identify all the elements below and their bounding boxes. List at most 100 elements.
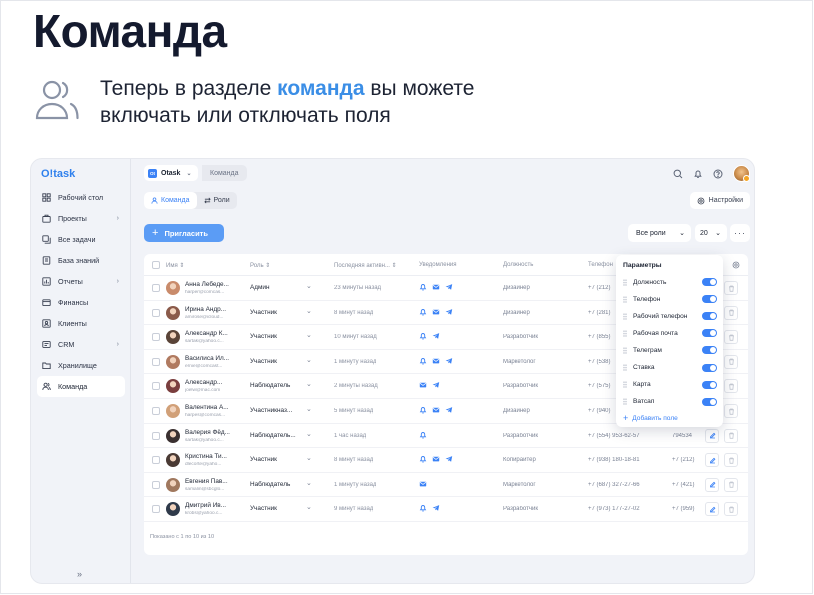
bell-icon[interactable] [419,504,427,512]
drag-handle-icon[interactable] [623,278,627,286]
role-select[interactable]: Участник [250,358,308,365]
row-checkbox[interactable] [152,382,160,391]
delete-button[interactable] [724,453,738,468]
add-field-button[interactable]: + Добавить поле [623,413,678,423]
delete-button[interactable] [724,305,738,320]
telegram-icon[interactable] [445,308,453,316]
delete-button[interactable] [724,477,738,492]
sidebar-item[interactable]: Клиенты [37,313,125,334]
delete-button[interactable] [724,354,738,369]
member-name[interactable]: Анна Лебеде... [185,281,243,288]
help-icon[interactable] [713,169,723,179]
sidebar-item[interactable]: Все задачи [37,229,125,250]
telegram-icon[interactable] [432,504,440,512]
row-checkbox[interactable] [152,456,160,465]
settings-button[interactable]: Настройки [689,192,750,209]
edit-button[interactable] [705,428,719,443]
param-toggle[interactable] [702,312,717,321]
mail-icon[interactable] [432,308,440,316]
param-toggle[interactable] [702,278,717,286]
bell-icon[interactable] [419,455,427,463]
bell-icon[interactable] [419,283,427,291]
role-select[interactable]: Наблюдатель... [250,432,308,439]
sidebar-item[interactable]: Команда [37,376,125,397]
delete-button[interactable] [724,281,738,295]
columns-settings-icon[interactable] [732,261,740,269]
member-name[interactable]: Александр К... [185,330,243,337]
per-page-select[interactable]: 20 ⌄ [695,224,727,242]
col-last-header[interactable]: Последняя активн... ⇕ [334,262,397,269]
bell-icon[interactable] [419,332,427,340]
drag-handle-icon[interactable] [623,295,627,303]
param-toggle[interactable] [702,346,717,355]
role-select[interactable]: Наблюдатель [250,382,308,389]
sidebar-item[interactable]: CRM › [37,334,125,355]
delete-button[interactable] [724,502,738,517]
role-select[interactable]: Участник [250,456,308,463]
drag-handle-icon[interactable] [623,329,627,337]
row-checkbox[interactable] [152,333,160,342]
drag-handle-icon[interactable] [623,398,627,406]
tab-team[interactable]: Команда [144,192,197,209]
mail-icon[interactable] [432,455,440,463]
bell-icon[interactable] [419,431,427,439]
delete-button[interactable] [724,379,738,394]
member-name[interactable]: Валентина А... [185,404,243,411]
tab-roles[interactable]: Роли [197,192,237,209]
chevron-down-icon[interactable]: ⌄ [306,380,312,388]
chevron-down-icon[interactable]: ⌄ [306,331,312,339]
edit-button[interactable] [705,453,719,468]
role-select[interactable]: Участник [250,505,308,512]
table-row[interactable]: Валерия Фёд... sartak@yahoo.c... Наблюдате… [144,424,748,449]
mail-icon[interactable] [432,357,440,365]
telegram-icon[interactable] [432,381,440,389]
row-checkbox[interactable] [152,407,160,415]
param-toggle[interactable] [702,397,717,406]
telegram-icon[interactable] [432,332,440,340]
bell-icon[interactable] [419,357,427,365]
delete-button[interactable] [724,404,738,418]
role-select[interactable]: Участник [250,309,308,316]
drag-handle-icon[interactable] [623,346,627,354]
member-name[interactable]: Дмитрий Ив... [185,502,243,509]
bell-icon[interactable] [693,169,703,179]
member-name[interactable]: Кристина Ти... [185,453,243,460]
param-toggle[interactable] [702,295,717,304]
role-select[interactable]: Участник [250,333,308,340]
bell-icon[interactable] [419,406,427,414]
role-select[interactable]: Участникназ... [250,407,308,414]
member-name[interactable]: Евгения Пав... [185,478,243,485]
search-icon[interactable] [673,169,683,179]
param-toggle[interactable] [702,363,717,372]
more-options-button[interactable]: ··· [730,224,750,242]
collapse-sidebar-button[interactable]: » [77,569,82,579]
member-name[interactable]: Ирина Андр... [185,306,243,313]
user-avatar[interactable] [733,165,750,182]
chevron-down-icon[interactable]: ⌄ [306,454,312,462]
telegram-icon[interactable] [445,455,453,463]
param-toggle[interactable] [702,329,717,338]
chevron-down-icon[interactable]: ⌄ [306,405,312,413]
role-select[interactable]: Наблюдатель [250,481,308,488]
drag-handle-icon[interactable] [623,381,627,389]
sidebar-item[interactable]: Финансы [37,292,125,313]
table-row[interactable]: Кристина Ти... dlecorte@yaho... Участник ⌄ 8… [144,448,748,473]
roles-filter-select[interactable]: Все роли ⌄ [628,224,691,242]
row-checkbox[interactable] [152,357,160,366]
edit-button[interactable] [705,502,719,517]
role-select[interactable]: Админ [250,284,308,291]
mail-icon[interactable] [419,381,427,389]
sidebar-item[interactable]: Хранилище [37,355,125,376]
chevron-down-icon[interactable]: ⌄ [306,282,312,290]
edit-button[interactable] [705,477,719,492]
col-role-header[interactable]: Роль ⇕ [250,262,270,269]
table-row[interactable]: Евгения Пав... samalin@sbcglo... Наблюдате… [144,473,748,498]
chevron-down-icon[interactable]: ⌄ [306,307,312,315]
member-name[interactable]: Валерия Фёд... [185,429,243,436]
sidebar-item[interactable]: База знаний [37,250,125,271]
member-name[interactable]: Василиса Ил... [185,355,243,362]
drag-handle-icon[interactable] [623,364,627,371]
chevron-down-icon[interactable]: ⌄ [306,430,312,438]
workspace-switcher[interactable]: Ot Otask ⌄ [144,165,198,181]
row-checkbox[interactable] [152,505,160,514]
